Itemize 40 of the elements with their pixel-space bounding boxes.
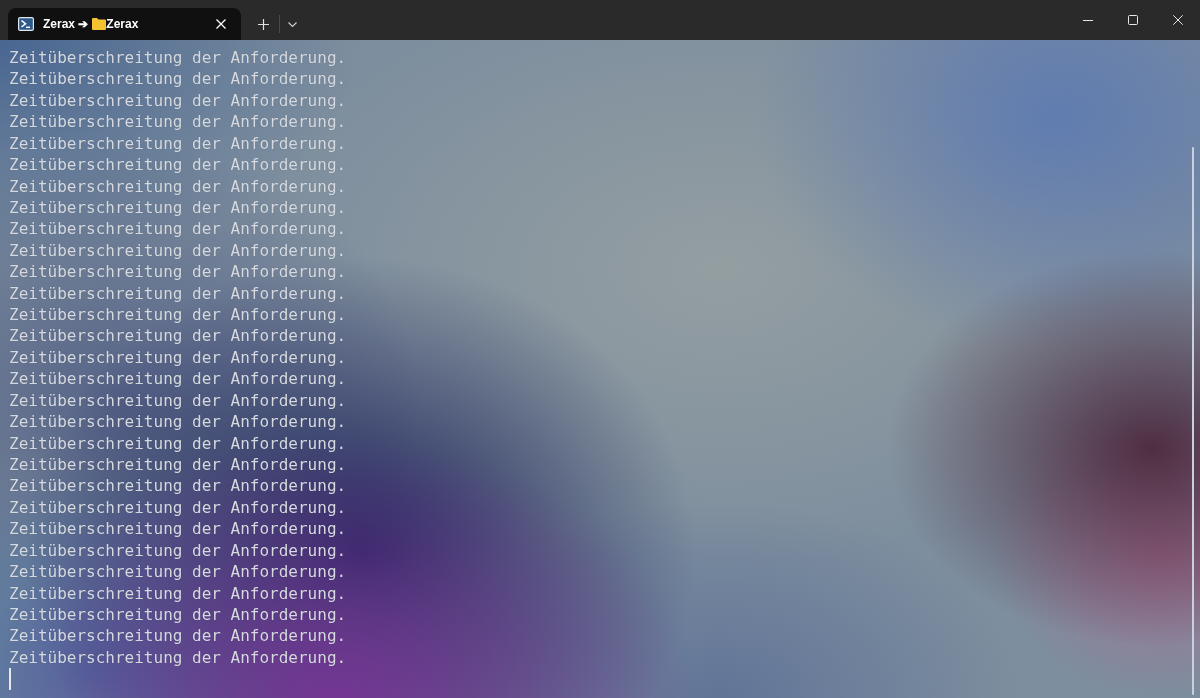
output-line: Zeitüberschreitung der Anforderung. <box>9 539 347 562</box>
output-line: Zeitüberschreitung der Anforderung. <box>9 175 347 197</box>
output-line: Zeitüberschreitung der Anforderung. <box>9 454 347 476</box>
plus-icon <box>257 18 269 30</box>
output-line: Zeitüberschreitung der Anforderung. <box>9 68 347 90</box>
tab[interactable]: Zerax ➔ Zerax <box>8 8 241 40</box>
output-line: Zeitüberschreitung der Anforderung. <box>9 625 347 647</box>
output-line: Zeitüberschreitung der Anforderung. <box>9 582 347 604</box>
output-line: Zeitüberschreitung der Anforderung. <box>9 325 347 347</box>
output-line: Zeitüberschreitung der Anforderung. <box>9 475 347 497</box>
output-line: Zeitüberschreitung der Anforderung. <box>9 368 347 390</box>
output-line: Zeitüberschreitung der Anforderung. <box>9 282 347 305</box>
output-line: Zeitüberschreitung der Anforderung. <box>9 218 347 240</box>
output-line: Zeitüberschreitung der Anforderung. <box>9 432 347 454</box>
output-line: Zeitüberschreitung der Anforderung. <box>9 646 347 669</box>
output-line: Zeitüberschreitung der Anforderung. <box>9 561 347 583</box>
scrollbar[interactable] <box>1192 147 1194 695</box>
text-cursor <box>9 668 11 691</box>
chevron-down-icon <box>287 21 297 27</box>
output-line: Zeitüberschreitung der Anforderung. <box>9 47 347 69</box>
output-line: Zeitüberschreitung der Anforderung. <box>9 111 347 133</box>
output-line: Zeitüberschreitung der Anforderung. <box>9 239 347 262</box>
output-line: Zeitüberschreitung der Anforderung. <box>9 132 347 155</box>
output-line: Zeitüberschreitung der Anforderung. <box>9 154 347 176</box>
output-line: Zeitüberschreitung der Anforderung. <box>9 603 347 626</box>
close-icon <box>216 19 226 29</box>
close-icon <box>1172 15 1183 25</box>
output-line: Zeitüberschreitung der Anforderung. <box>9 346 347 369</box>
terminal-icon <box>18 17 34 31</box>
output-line: Zeitüberschreitung der Anforderung. <box>9 304 347 326</box>
output-line: Zeitüberschreitung der Anforderung. <box>9 89 347 112</box>
output-line: Zeitüberschreitung der Anforderung. <box>9 261 347 283</box>
maximize-icon <box>1127 15 1138 25</box>
minimize-icon <box>1082 19 1093 21</box>
output-line: Zeitüberschreitung der Anforderung. <box>9 496 347 519</box>
output-line: Zeitüberschreitung der Anforderung. <box>9 518 347 540</box>
output-line: Zeitüberschreitung der Anforderung. <box>9 411 347 433</box>
folder-icon <box>92 18 107 30</box>
output-line: Zeitüberschreitung der Anforderung. <box>9 196 347 219</box>
output-line: Zeitüberschreitung der Anforderung. <box>9 389 347 412</box>
